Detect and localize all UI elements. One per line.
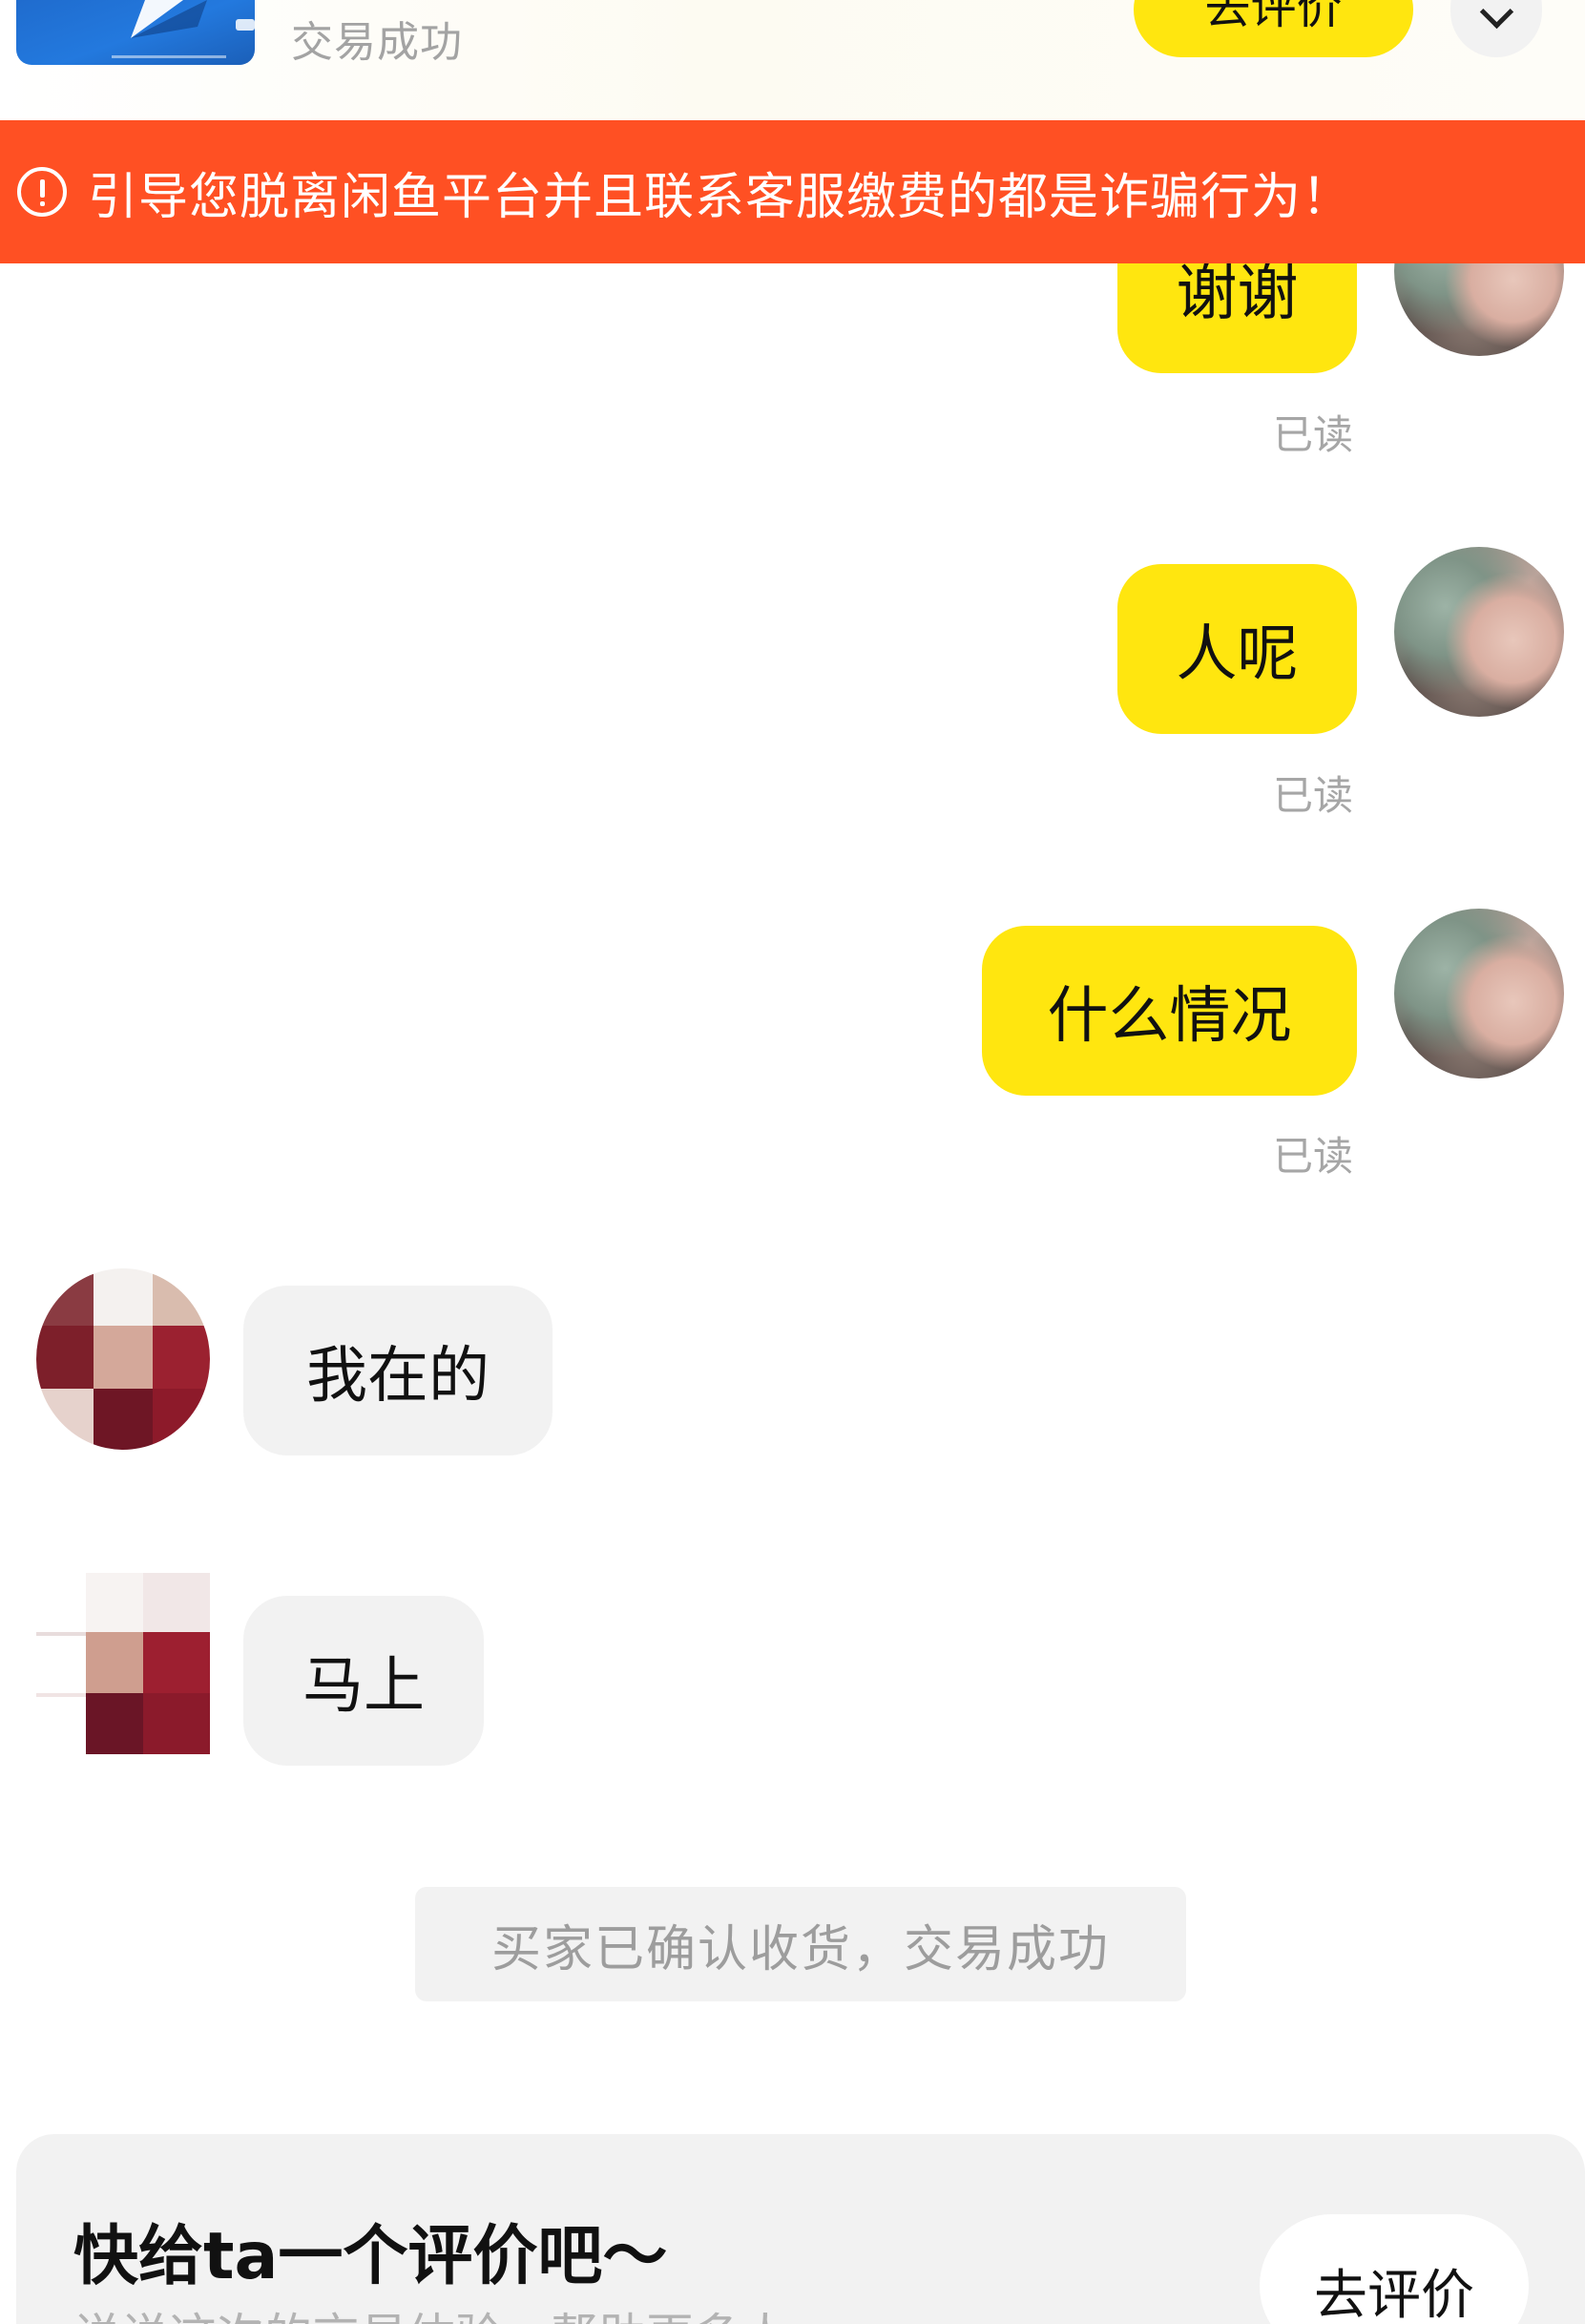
write-review-button[interactable]: 去评价 bbox=[1260, 2214, 1529, 2324]
fraud-warning-banner: 引导您脱离闲鱼平台并且联系客服缴费的都是诈骗行为！ bbox=[0, 120, 1585, 263]
order-status-text: 交易成功 bbox=[291, 18, 463, 67]
fraud-warning-text: 引导您脱离闲鱼平台并且联系客服缴费的都是诈骗行为！ bbox=[88, 168, 1353, 226]
contact-avatar[interactable] bbox=[36, 1268, 210, 1450]
order-expand-button[interactable] bbox=[1450, 0, 1542, 57]
message-bubble-received[interactable]: 我在的 bbox=[243, 1286, 553, 1455]
read-receipt: 已读 bbox=[1273, 1133, 1354, 1180]
order-summary-bar[interactable]: 交易成功 去评价 bbox=[0, 0, 1585, 120]
my-avatar[interactable] bbox=[1394, 547, 1564, 717]
message-bubble-sent[interactable]: 人呢 bbox=[1117, 564, 1357, 734]
review-prompt-title: 快给ta一个评价吧～ bbox=[73, 2219, 668, 2294]
read-receipt: 已读 bbox=[1273, 772, 1354, 819]
read-receipt: 已读 bbox=[1273, 411, 1354, 458]
my-avatar[interactable] bbox=[1394, 909, 1564, 1078]
alert-circle-icon bbox=[17, 167, 67, 217]
message-bubble-sent[interactable]: 什么情况 bbox=[982, 926, 1357, 1096]
review-prompt-subtitle: 说说这次的交易体验，帮助更多人 bbox=[73, 2298, 789, 2324]
chat-screen: 交易成功 去评价 引导您脱离闲鱼平台并且联系客服缴费的都是诈骗行为！ 谢谢 已读… bbox=[0, 0, 1585, 2324]
product-thumbnail[interactable] bbox=[16, 0, 255, 65]
system-notice: 买家已确认收货，交易成功 bbox=[415, 1887, 1186, 2001]
order-rate-button[interactable]: 去评价 bbox=[1134, 0, 1413, 57]
contact-avatar[interactable] bbox=[36, 1573, 210, 1754]
chevron-down-icon bbox=[1479, 0, 1514, 30]
message-bubble-received[interactable]: 马上 bbox=[243, 1596, 484, 1766]
review-prompt-card: 快给ta一个评价吧～ 说说这次的交易体验，帮助更多人 去评价 bbox=[16, 2134, 1585, 2324]
